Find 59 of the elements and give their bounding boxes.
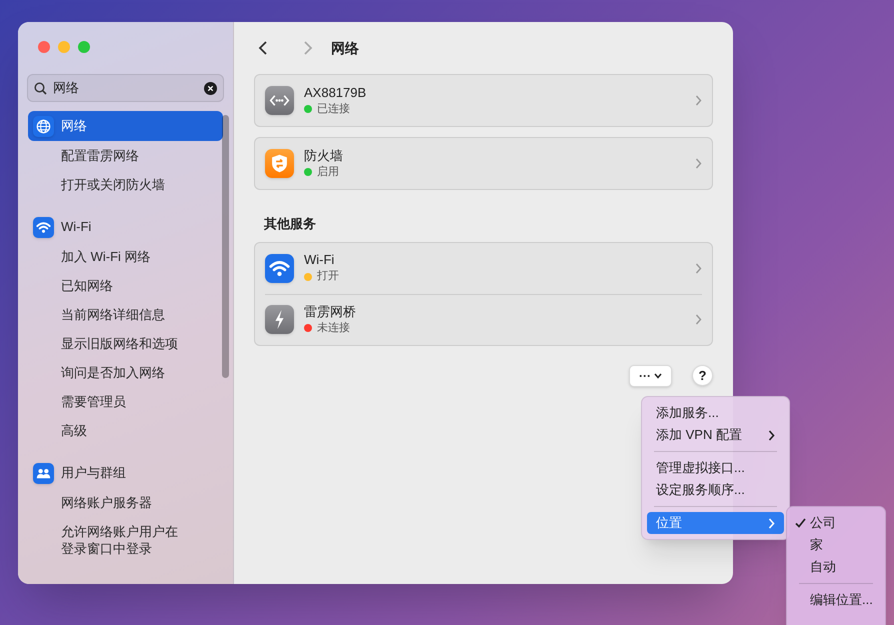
sidebar-item[interactable]: 配置雷雳网络 <box>28 141 223 170</box>
menu-item[interactable]: 家 <box>792 534 880 556</box>
zoom-button[interactable] <box>78 41 90 53</box>
shield-icon <box>265 149 294 178</box>
actions-button[interactable]: ··· <box>629 364 672 386</box>
chevron-icon <box>695 314 702 325</box>
service-name: 雷雳网桥 <box>304 302 357 320</box>
sidebar-item[interactable]: 打开或关闭防火墙 <box>28 170 223 199</box>
menu-item[interactable]: 添加服务... <box>647 402 784 424</box>
chevron-icon <box>695 262 702 274</box>
search-icon <box>34 82 47 94</box>
close-button[interactable] <box>38 41 50 53</box>
sidebar-item[interactable]: 需要管理员 <box>28 387 223 416</box>
sidebar-item[interactable]: 允许网络账户用户在登录窗口中登录 <box>28 517 223 563</box>
section-heading: 其他服务 <box>263 215 317 233</box>
sidebar-item[interactable]: 用户与群组 <box>28 458 223 488</box>
service-row[interactable]: AX88179B 已连接 <box>265 75 702 126</box>
service-row[interactable]: Wi-Fi 打开 <box>265 242 702 294</box>
service-row[interactable]: 防火墙 启用 <box>265 138 702 189</box>
globe-icon <box>33 116 54 136</box>
service-name: AX88179B <box>304 84 368 101</box>
status-text: 打开 <box>317 269 339 284</box>
status-text: 启用 <box>317 164 339 180</box>
sidebar-item[interactable]: 显示旧版网络和选项 <box>28 329 223 358</box>
service-row[interactable]: 雷雳网桥 未连接 <box>265 294 702 344</box>
menu-item[interactable]: 添加 VPN 配置 <box>647 424 784 446</box>
search-text: 网络 <box>53 79 80 98</box>
menu-item[interactable]: 公司 <box>792 512 880 534</box>
sidebar-item[interactable]: 询问是否加入网络 <box>28 358 223 387</box>
chevron-icon <box>695 95 702 106</box>
minimize-button[interactable] <box>58 41 70 53</box>
network-port-icon <box>265 86 294 115</box>
menu-item[interactable]: 设定服务顺序... <box>647 479 784 501</box>
sidebar-item[interactable]: 网络账户服务器 <box>28 488 223 517</box>
page-title: 网络 <box>331 38 359 58</box>
scrollbar[interactable] <box>222 115 229 378</box>
menu-item[interactable]: 管理虚拟接口... <box>647 457 784 479</box>
lightning-icon <box>265 305 294 334</box>
status-text: 未连接 <box>317 320 350 336</box>
clear-icon[interactable] <box>204 82 217 94</box>
users-icon <box>33 462 54 484</box>
menu-item[interactable]: 位置 <box>647 512 784 534</box>
sidebar-item[interactable]: Wi-Fi <box>28 212 223 242</box>
service-name: Wi-Fi <box>304 251 336 268</box>
wifi-icon <box>265 254 294 282</box>
sidebar-item[interactable]: 当前网络详细信息 <box>28 300 223 329</box>
menu-item[interactable]: 编辑位置... <box>792 589 880 611</box>
wifi-icon <box>33 216 54 238</box>
chevron-icon <box>695 158 702 169</box>
sidebar-item[interactable]: 加入 Wi-Fi 网络 <box>28 242 223 271</box>
status-text: 已连接 <box>317 102 350 117</box>
search-field[interactable]: 网络 <box>27 74 224 102</box>
help-button[interactable]: ? <box>692 365 713 386</box>
chevron-down-icon <box>654 372 662 378</box>
service-name: 防火墙 <box>304 146 344 164</box>
sidebar-item[interactable]: 网络 <box>28 111 223 141</box>
sidebar-item[interactable]: 已知网络 <box>28 271 223 300</box>
menu-item[interactable]: 自动 <box>792 556 880 578</box>
sidebar-item[interactable]: 高级 <box>28 416 223 445</box>
